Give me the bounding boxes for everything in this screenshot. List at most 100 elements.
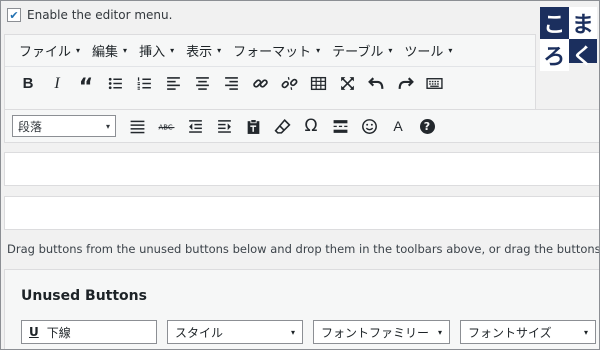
- font-family-select-label: フォントファミリー: [321, 325, 430, 340]
- text-color-icon: A: [393, 118, 403, 134]
- underline-button[interactable]: U 下線: [21, 320, 157, 344]
- redo-button[interactable]: [392, 71, 418, 97]
- numbered-list-button[interactable]: [131, 71, 157, 97]
- unused-buttons-panel: Unused Buttons U 下線 スタイル ▾ フォントファミリー ▾ フ…: [4, 269, 599, 349]
- align-center-icon: [195, 77, 209, 90]
- emoticons-button[interactable]: [356, 113, 382, 139]
- underline-icon: U: [29, 325, 39, 339]
- menu-view-label: 表示: [186, 44, 213, 60]
- align-right-button[interactable]: [218, 71, 244, 97]
- keyboard-shortcuts-button[interactable]: ?: [414, 113, 440, 139]
- fullscreen-icon: [340, 77, 354, 90]
- chevron-down-icon: ▾: [437, 327, 442, 337]
- strikethrough-button[interactable]: ABC: [153, 113, 179, 139]
- smiley-icon: [361, 118, 377, 134]
- indent-icon: [217, 119, 231, 133]
- outdent-button[interactable]: [182, 113, 208, 139]
- align-center-button[interactable]: [189, 71, 215, 97]
- menu-format-label: フォーマット: [233, 44, 312, 60]
- blockquote-icon: “: [78, 75, 94, 100]
- special-character-button[interactable]: Ω: [298, 113, 324, 139]
- numbered-list-icon: [137, 77, 151, 90]
- logo-char: こ: [543, 13, 566, 38]
- table-button[interactable]: [305, 71, 331, 97]
- menu-edit[interactable]: 編集 ▾: [86, 38, 133, 62]
- font-size-select-label: フォントサイズ: [468, 325, 552, 340]
- chevron-down-icon: ▾: [170, 45, 175, 55]
- bold-icon: B: [22, 75, 34, 92]
- toolbar-1: B I “: [5, 66, 535, 100]
- redo-icon: [398, 77, 414, 89]
- menu-insert-label: 挿入: [139, 44, 166, 60]
- read-more-button[interactable]: [327, 113, 353, 139]
- paste-as-text-button[interactable]: [240, 113, 266, 139]
- menu-view[interactable]: 表示 ▾: [180, 38, 227, 62]
- menu-insert[interactable]: 挿入 ▾: [133, 38, 180, 62]
- styles-select[interactable]: スタイル ▾: [167, 320, 303, 344]
- insert-link-button[interactable]: [247, 71, 273, 97]
- italic-icon: I: [54, 74, 60, 92]
- menu-edit-label: 編集: [92, 44, 119, 60]
- table-icon: [310, 76, 326, 91]
- align-right-icon: [224, 77, 238, 90]
- undo-icon: [367, 77, 383, 89]
- clipboard-icon: [247, 118, 259, 134]
- format-select[interactable]: 段落 ▾: [12, 115, 116, 137]
- toolbar-3-dropzone[interactable]: [4, 152, 599, 186]
- chevron-down-icon: ▾: [316, 45, 321, 55]
- unused-buttons-title: Unused Buttons: [21, 288, 147, 304]
- unused-buttons-row: U 下線 スタイル ▾ フォントファミリー ▾ フォントサイズ ▾: [21, 320, 596, 344]
- menu-tools[interactable]: ツール ▾: [398, 38, 458, 62]
- chevron-down-icon: ▾: [123, 45, 128, 55]
- horizontal-line-button[interactable]: [124, 113, 150, 139]
- indent-button[interactable]: [211, 113, 237, 139]
- enable-editor-menu-row[interactable]: ✔ Enable the editor menu.: [7, 7, 172, 23]
- unlink-icon: [281, 76, 297, 91]
- menu-format[interactable]: フォーマット ▾: [227, 38, 326, 62]
- chevron-down-icon: ▾: [583, 327, 588, 337]
- chevron-down-icon: ▾: [388, 45, 393, 55]
- text-color-button[interactable]: A: [385, 113, 411, 139]
- outdent-icon: [188, 119, 202, 133]
- omega-icon: Ω: [304, 116, 318, 136]
- chevron-down-icon: ▾: [290, 327, 295, 337]
- logo-char: ろ: [540, 39, 569, 71]
- komaroku-logo: こ ま ろ く: [540, 7, 597, 71]
- chevron-down-icon: ▾: [217, 45, 222, 55]
- editor-menubar: ファイル ▾ 編集 ▾ 挿入 ▾ 表示 ▾ フォーマット ▾ テーブル ▾ ツール ▾: [5, 35, 535, 65]
- read-more-icon: [333, 119, 347, 133]
- chevron-down-icon: ▾: [76, 45, 81, 55]
- format-select-value: 段落: [18, 119, 43, 134]
- blockquote-button[interactable]: “: [73, 71, 99, 100]
- align-left-button[interactable]: [160, 71, 186, 97]
- bold-button[interactable]: B: [15, 71, 41, 97]
- help-text: Drag buttons from the unused buttons bel…: [7, 242, 600, 256]
- clear-formatting-button[interactable]: [269, 113, 295, 139]
- link-icon: [252, 79, 268, 88]
- chevron-down-icon: ▾: [105, 121, 110, 131]
- menu-table[interactable]: テーブル ▾: [326, 38, 398, 62]
- menu-tools-label: ツール: [404, 44, 444, 60]
- chevron-down-icon: ▾: [448, 45, 453, 55]
- font-size-select[interactable]: フォントサイズ ▾: [460, 320, 596, 344]
- bullet-list-button[interactable]: [102, 71, 128, 97]
- bullet-list-icon: [108, 77, 122, 90]
- toolbar-2: 段落 ▾ ABC Ω A ?: [4, 109, 599, 143]
- settings-frame: ✔ Enable the editor menu. こ ま ろ く ファイル ▾ …: [0, 0, 600, 350]
- help-icon: ?: [419, 118, 435, 134]
- menu-file[interactable]: ファイル ▾: [13, 38, 86, 62]
- fullscreen-button[interactable]: [334, 71, 360, 97]
- toolbar-toggle-button[interactable]: [421, 71, 447, 97]
- undo-button[interactable]: [363, 71, 389, 97]
- eraser-icon: [274, 118, 291, 134]
- remove-link-button[interactable]: [276, 71, 302, 97]
- font-family-select[interactable]: フォントファミリー ▾: [313, 320, 450, 344]
- logo-char: ま: [568, 7, 597, 39]
- keyboard-icon: [425, 78, 443, 89]
- strikethrough-icon: ABC: [158, 123, 174, 131]
- underline-label: 下線: [46, 325, 71, 340]
- enable-editor-menu-checkbox[interactable]: ✔: [7, 8, 21, 22]
- toolbar-4-dropzone[interactable]: [4, 196, 599, 230]
- align-left-icon: [166, 77, 180, 90]
- italic-button[interactable]: I: [44, 71, 70, 97]
